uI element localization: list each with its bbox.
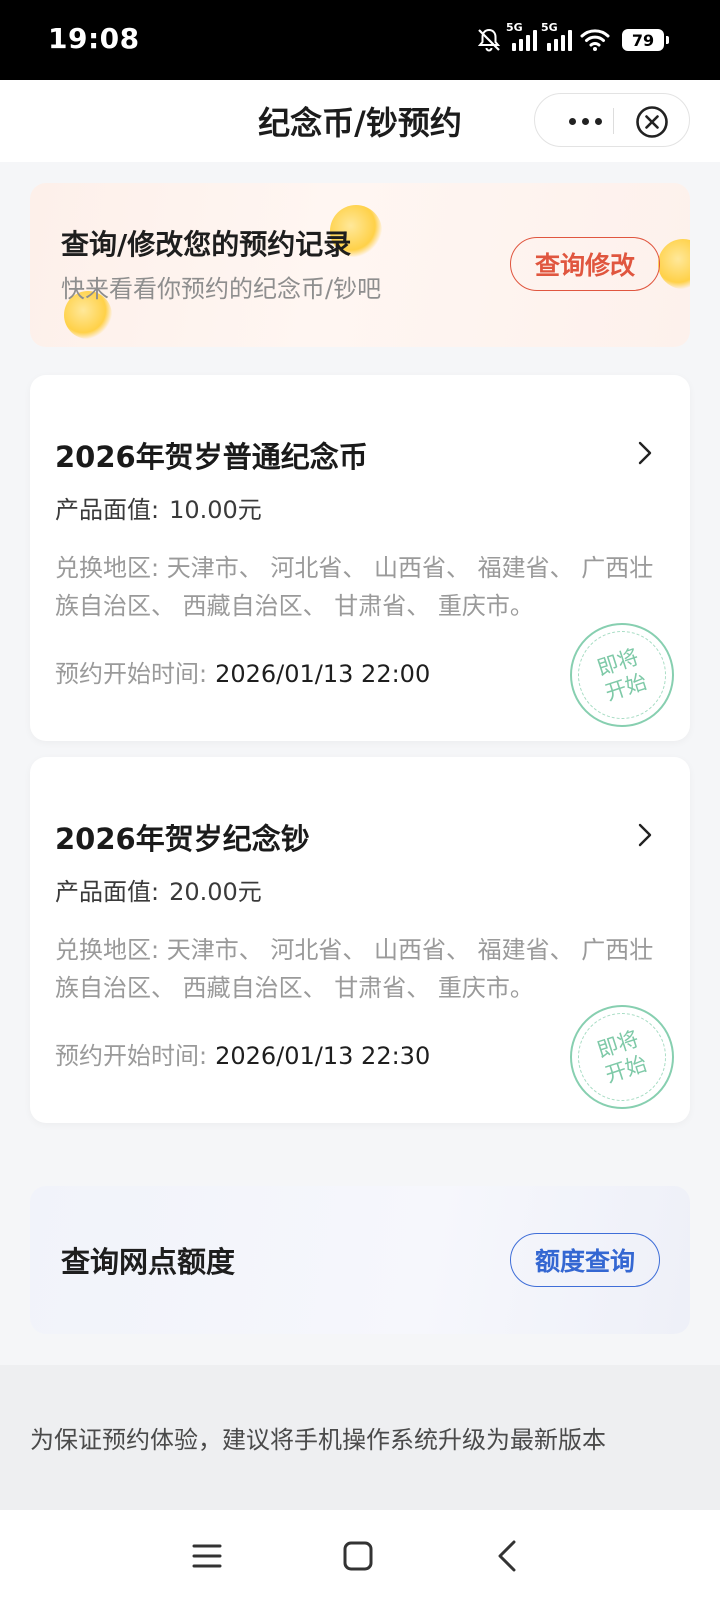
- exchange-region: 兑换地区: 天津市、 河北省、 山西省、 福建省、 广西壮族自治区、 西藏自治区…: [55, 931, 655, 1007]
- capsule-divider: [613, 108, 614, 134]
- menu-icon[interactable]: [185, 1534, 229, 1578]
- status-icons: 5G 5G 79: [476, 21, 669, 56]
- face-value-label: 产品面值:: [55, 496, 160, 524]
- region-label: 兑换地区:: [55, 554, 160, 582]
- wifi-icon: [580, 29, 610, 51]
- upgrade-notice: 为保证预约体验，建议将手机操作系统升级为最新版本: [0, 1365, 720, 1510]
- network-type-label: 5G: [506, 21, 523, 34]
- chevron-right-icon: [638, 823, 652, 847]
- coming-soon-stamp: 即将 开始: [570, 1005, 674, 1109]
- product-card[interactable]: 2026年贺岁普通纪念币 产品面值: 10.00元 兑换地区: 天津市、 河北省、…: [30, 375, 690, 741]
- start-time-label: 预约开始时间:: [55, 1042, 208, 1070]
- product-title: 2026年贺岁纪念钞: [55, 822, 310, 856]
- banner-subtitle: 快来看看你预约的纪念币/钞吧: [61, 275, 382, 303]
- exchange-region: 兑换地区: 天津市、 河北省、 山西省、 福建省、 广西壮族自治区、 西藏自治区…: [55, 549, 655, 625]
- mini-program-capsule: [534, 93, 690, 147]
- face-value-row: 产品面值: 20.00元: [55, 872, 262, 907]
- signal-icon: 5G: [506, 21, 537, 51]
- query-modify-button[interactable]: 查询修改: [510, 237, 660, 291]
- bell-muted-icon: [477, 28, 501, 52]
- top-nav: 纪念币/钞预约: [0, 80, 720, 162]
- face-value-label: 产品面值:: [55, 878, 160, 906]
- quota-query-button[interactable]: 额度查询: [510, 1233, 660, 1287]
- start-time-row: 预约开始时间: 2026/01/13 22:00: [55, 654, 430, 689]
- more-dots-icon[interactable]: [557, 94, 613, 148]
- banner-title: 查询/修改您的预约记录: [61, 228, 352, 261]
- chevron-right-icon: [638, 441, 652, 465]
- face-value: 10.00元: [169, 496, 262, 524]
- face-value: 20.00元: [169, 878, 262, 906]
- product-title: 2026年贺岁普通纪念币: [55, 440, 368, 474]
- close-circle-icon[interactable]: [635, 105, 669, 139]
- coin-decoration: [658, 239, 690, 289]
- start-time: 2026/01/13 22:00: [215, 660, 431, 688]
- product-card[interactable]: 2026年贺岁纪念钞 产品面值: 20.00元 兑换地区: 天津市、 河北省、 山…: [30, 757, 690, 1123]
- status-bar: 19:08 5G 5G 79: [0, 0, 720, 80]
- notice-text: 为保证预约体验，建议将手机操作系统升级为最新版本: [30, 1426, 606, 1454]
- network-type-label: 5G: [541, 21, 558, 34]
- quota-query-card: 查询网点额度 额度查询: [30, 1186, 690, 1334]
- status-time: 19:08: [48, 22, 140, 55]
- quota-title: 查询网点额度: [61, 1245, 236, 1279]
- battery-icon: 79: [622, 29, 669, 51]
- back-icon[interactable]: [486, 1534, 530, 1578]
- start-time-row: 预约开始时间: 2026/01/13 22:30: [55, 1036, 430, 1071]
- face-value-row: 产品面值: 10.00元: [55, 490, 262, 525]
- start-time-label: 预约开始时间:: [55, 660, 208, 688]
- signal-icon: 5G: [541, 21, 572, 51]
- coming-soon-stamp: 即将 开始: [570, 623, 674, 727]
- start-time: 2026/01/13 22:30: [215, 1042, 431, 1070]
- region-label: 兑换地区:: [55, 936, 160, 964]
- home-icon[interactable]: [336, 1534, 380, 1578]
- query-reservation-banner: 查询/修改您的预约记录 快来看看你预约的纪念币/钞吧 查询修改: [30, 183, 690, 347]
- system-nav-bar: [0, 1510, 720, 1600]
